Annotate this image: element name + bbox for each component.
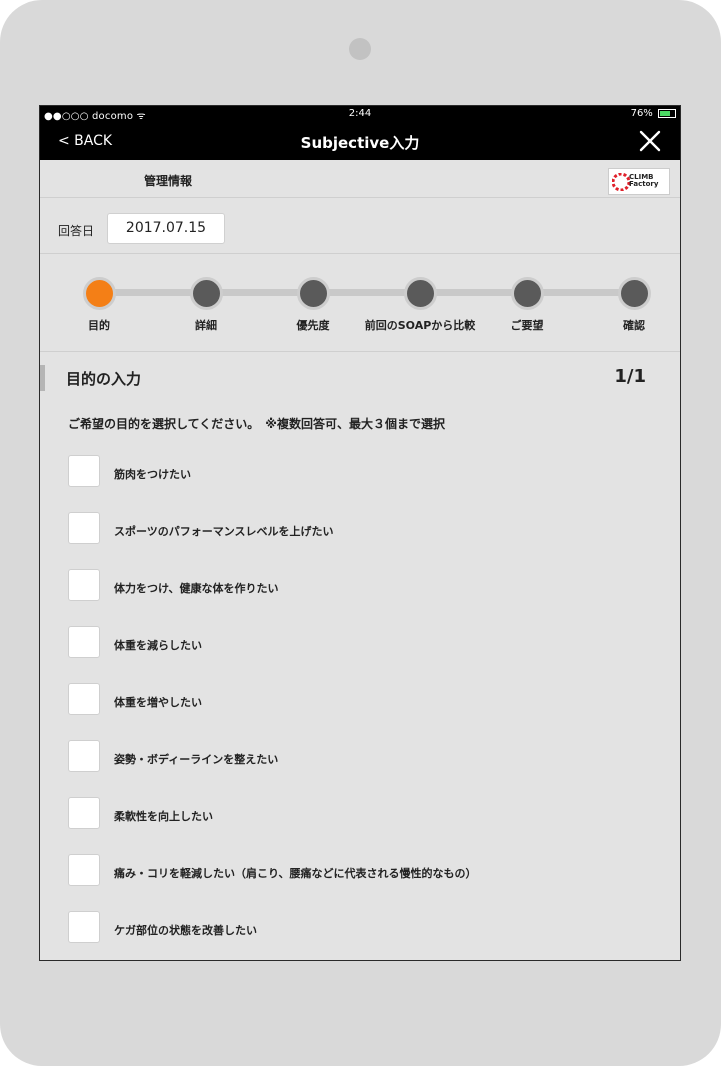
checkbox[interactable] [68,683,100,715]
progress-stepper: 目的 詳細 優先度 前回のSOAPから比較 ご要望 確認 [40,254,680,352]
step-dot-soap-compare[interactable] [404,277,437,310]
answer-date-row: 回答日 2017.07.15 [40,198,680,254]
status-time: 2:44 [348,108,372,119]
option-label: ケガ部位の状態を改善したい [114,924,257,937]
close-icon[interactable] [638,129,662,153]
option-label: 体重を減らしたい [114,639,202,652]
instruction-text: ご希望の目的を選択してください。 ※複数回答可、最大３個まで選択 [68,417,445,431]
battery-percent: 76% [630,108,653,119]
answer-date-field[interactable]: 2017.07.15 [107,213,225,244]
checkbox[interactable] [68,626,100,658]
nav-bar: < BACK Subjective入力 [40,123,680,160]
stepper-track [100,289,636,296]
page-title: Subjective入力 [300,134,420,152]
checkbox[interactable] [68,911,100,943]
option-item-injury-recovery[interactable]: ケガ部位の状態を改善したい [68,911,648,945]
option-label: 体力をつけ、健康な体を作りたい [114,582,279,595]
step-label-confirm: 確認 [623,319,645,332]
option-item-sports-performance[interactable]: スポーツのパフォーマンスレベルを上げたい [68,512,648,546]
climb-factory-logo: CLIMB Factory [608,168,670,195]
option-item-posture[interactable]: 姿勢・ボディーラインを整えたい [68,740,648,774]
checkbox[interactable] [68,569,100,601]
purpose-section: 目的の入力 1/1 ご希望の目的を選択してください。 ※複数回答可、最大３個まで… [40,352,680,960]
battery-icon [658,108,676,118]
step-dot-purpose[interactable] [83,277,116,310]
step-dot-requests[interactable] [511,277,544,310]
management-header: 管理情報 CLIMB Factory [40,160,680,198]
option-label: 柔軟性を向上したい [114,810,213,823]
checkbox[interactable] [68,797,100,829]
step-dot-details[interactable] [190,277,223,310]
option-label: 筋肉をつけたい [114,468,191,481]
step-dot-priority[interactable] [297,277,330,310]
option-item-gain-weight[interactable]: 体重を増やしたい [68,683,648,717]
checkbox[interactable] [68,455,100,487]
status-bar: ●●○○○ docomo ᯤ 2:44 76% [40,106,680,123]
option-label: 姿勢・ボディーラインを整えたい [114,753,279,766]
page-indicator: 1/1 [614,366,646,387]
option-item-build-muscle[interactable]: 筋肉をつけたい [68,455,648,489]
checkbox[interactable] [68,740,100,772]
option-item-stamina[interactable]: 体力をつけ、健康な体を作りたい [68,569,648,603]
tablet-frame: ●●○○○ docomo ᯤ 2:44 76% < BACK Subjectiv… [0,0,721,1066]
section-title: 目的の入力 [66,370,142,388]
option-label: スポーツのパフォーマンスレベルを上げたい [114,525,334,538]
management-label: 管理情報 [144,174,193,188]
option-label: 痛み・コリを軽減したい（肩こり、腰痛などに代表される慢性的なもの） [114,867,477,880]
checkbox[interactable] [68,512,100,544]
checkbox[interactable] [68,854,100,886]
option-item-pain-relief[interactable]: 痛み・コリを軽減したい（肩こり、腰痛などに代表される慢性的なもの） [68,854,648,888]
logo-mark-icon [612,173,630,191]
battery-indicator: 76% [631,108,676,119]
option-item-lose-weight[interactable]: 体重を減らしたい [68,626,648,660]
section-accent-bar [40,365,45,391]
app-screen: ●●○○○ docomo ᯤ 2:44 76% < BACK Subjectiv… [39,105,681,961]
step-dot-confirm[interactable] [618,277,651,310]
option-label: 体重を増やしたい [114,696,202,709]
answer-date-label: 回答日 [58,224,95,238]
camera-icon [349,38,371,60]
option-item-flexibility[interactable]: 柔軟性を向上したい [68,797,648,831]
logo-text: CLIMB Factory [629,173,659,188]
